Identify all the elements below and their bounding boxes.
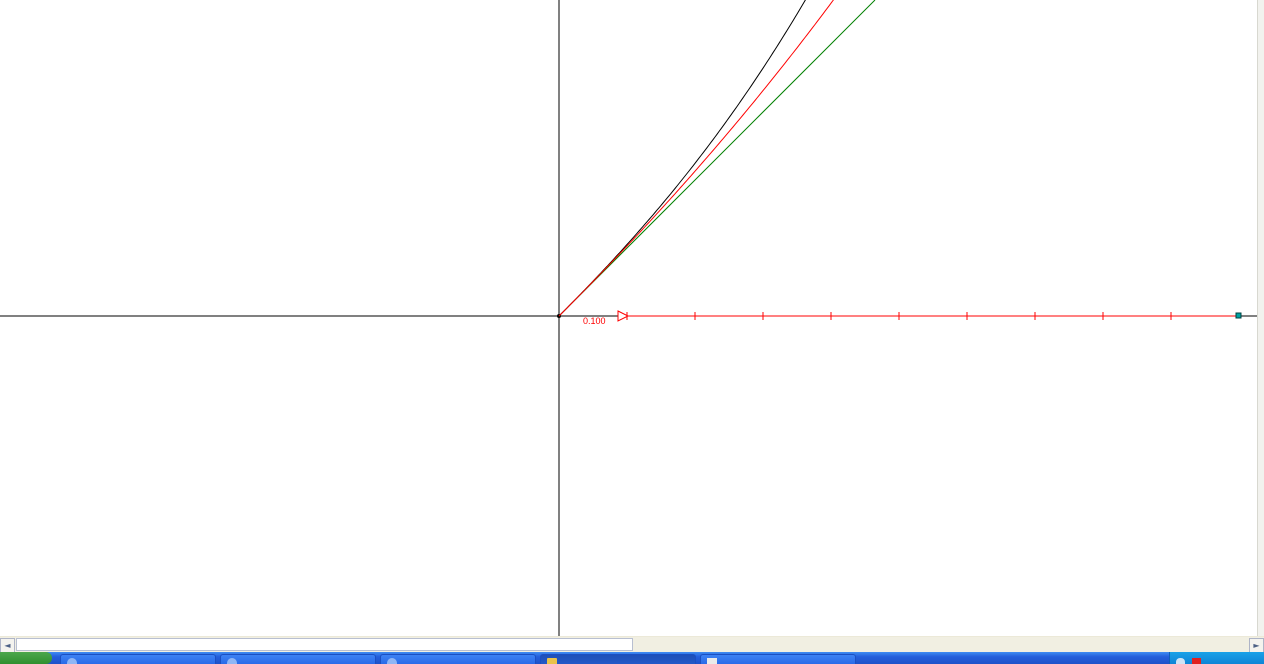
taskbar-button-3[interactable]	[380, 654, 536, 664]
system-tray	[1169, 652, 1264, 664]
scroll-right-button[interactable]: ►	[1249, 638, 1264, 653]
arrow-right-icon: ►	[1253, 641, 1260, 650]
black-curve	[558, 0, 806, 317]
document-icon	[707, 658, 717, 664]
green-line	[558, 0, 876, 317]
red-curve	[558, 0, 834, 317]
app-icon	[67, 658, 77, 664]
geometry-app-icon	[547, 658, 557, 664]
security-icon[interactable]	[1192, 658, 1201, 664]
arrow-left-icon: ◄	[4, 641, 11, 650]
app-icon	[227, 658, 237, 664]
horizontal-scrollbar[interactable]: ◄ ►	[0, 636, 1264, 653]
taskbar-button-5[interactable]	[700, 654, 856, 664]
scroll-left-button[interactable]: ◄	[0, 638, 15, 653]
app-icon	[387, 658, 397, 664]
network-icon[interactable]	[1176, 658, 1185, 664]
slider-end-point	[1235, 312, 1242, 319]
taskbar-button-geometry-app[interactable]	[540, 654, 696, 664]
taskbar-button-1[interactable]	[60, 654, 216, 664]
taskbar-button-2[interactable]	[220, 654, 376, 664]
plot-svg[interactable]	[0, 0, 1264, 636]
start-button[interactable]	[0, 652, 52, 664]
vertical-scrollbar-edge[interactable]	[1257, 0, 1264, 636]
slider-value-label: 0.100	[583, 316, 606, 326]
taskbar	[0, 652, 1264, 664]
scrollbar-thumb[interactable]	[16, 638, 633, 651]
drawing-canvas[interactable]: 0.100	[0, 0, 1264, 636]
